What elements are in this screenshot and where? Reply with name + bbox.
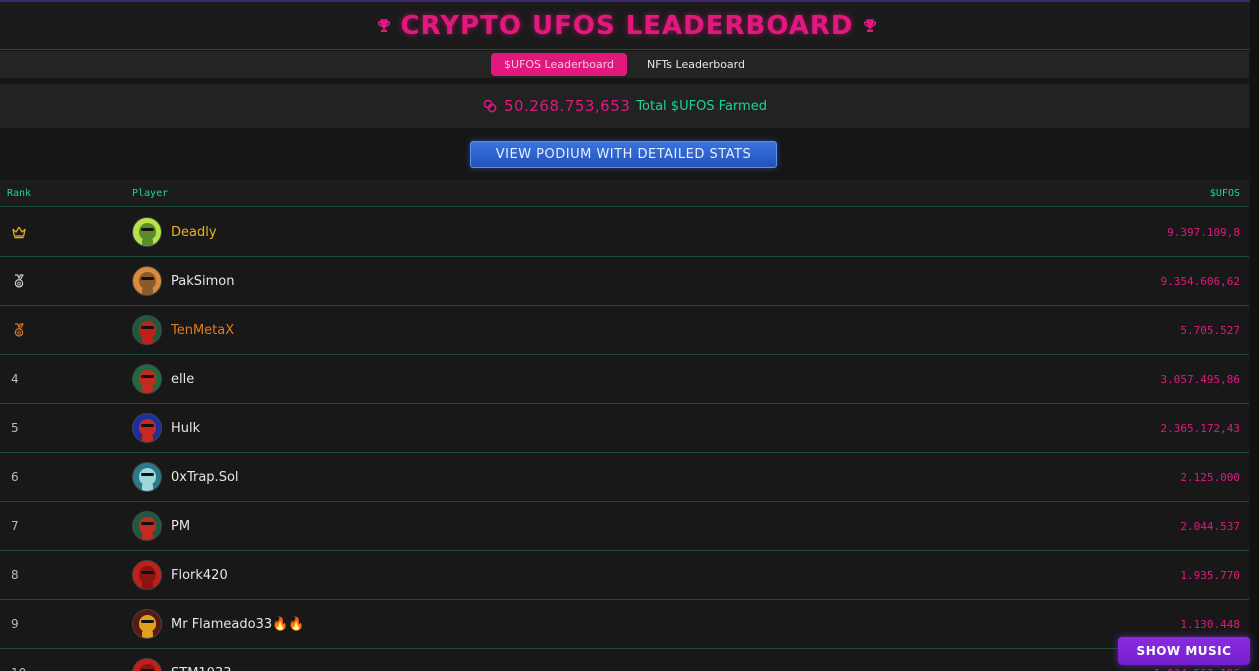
player-cell: Mr Flameado33🔥🔥 xyxy=(132,600,305,648)
avatar[interactable] xyxy=(132,266,162,296)
tab-ufos-leaderboard[interactable]: $UFOS Leaderboard xyxy=(491,53,628,76)
rank-cell: 4 xyxy=(11,355,19,403)
player-cell: 0xTrap.Sol xyxy=(132,453,239,501)
table-row[interactable]: 9 Mr Flameado33🔥🔥 1.130.448 xyxy=(0,600,1249,649)
player-name[interactable]: STM1033 xyxy=(171,666,232,671)
player-cell: STM1033 xyxy=(132,649,232,671)
player-name[interactable]: Deadly xyxy=(171,225,217,240)
table-row[interactable]: 4 elle 3.057.495,86 xyxy=(0,355,1249,404)
tabs-bar: $UFOS Leaderboard NFTs Leaderboard xyxy=(0,51,1249,78)
coins-icon xyxy=(483,99,497,113)
scrollbar[interactable] xyxy=(1250,0,1259,671)
avatar[interactable] xyxy=(132,413,162,443)
player-cell: elle xyxy=(132,355,194,403)
player-name[interactable]: Mr Flameado33🔥🔥 xyxy=(171,617,305,632)
trophy-icon xyxy=(377,18,390,32)
rank-cell: 7 xyxy=(11,502,19,550)
total-label: Total $UFOS Farmed xyxy=(636,98,767,114)
player-name[interactable]: PakSimon xyxy=(171,274,234,289)
table-row[interactable]: 7 PM 2.044.537 xyxy=(0,502,1249,551)
total-farmed: 50.268.753,653 Total $UFOS Farmed xyxy=(0,84,1249,128)
table-row[interactable]: 6 0xTrap.Sol 2.125.000 xyxy=(0,453,1249,502)
ufos-amount: 9.397.109,8 xyxy=(1167,225,1240,239)
view-podium-button[interactable]: VIEW PODIUM WITH DETAILED STATS xyxy=(470,141,777,168)
rank-number: 9 xyxy=(11,617,19,631)
avatar[interactable] xyxy=(132,462,162,492)
header: CRYPTO UFOS LEADERBOARD xyxy=(0,0,1254,50)
player-cell: Hulk xyxy=(132,404,200,452)
page-title: CRYPTO UFOS LEADERBOARD xyxy=(400,10,854,41)
ufos-amount: 2.365.172,43 xyxy=(1160,421,1240,435)
rank-cell: 9 xyxy=(11,600,19,648)
rank-cell: 6 xyxy=(11,453,19,501)
avatar[interactable] xyxy=(132,511,162,541)
rank-number: 8 xyxy=(11,568,19,582)
player-name[interactable]: Hulk xyxy=(171,421,200,436)
player-name[interactable]: Flork420 xyxy=(171,568,228,583)
player-name[interactable]: elle xyxy=(171,372,194,387)
rank-number: 4 xyxy=(11,372,19,386)
player-cell: Deadly xyxy=(132,208,217,256)
avatar[interactable] xyxy=(132,560,162,590)
player-name[interactable]: TenMetaX xyxy=(171,323,234,338)
rank-cell: 10 xyxy=(11,649,26,671)
ufos-amount: 2.044.537 xyxy=(1180,519,1240,533)
avatar[interactable] xyxy=(132,609,162,639)
ufos-amount: 1.935.770 xyxy=(1180,568,1240,582)
column-header-player[interactable]: Player xyxy=(132,188,168,199)
player-name[interactable]: 0xTrap.Sol xyxy=(171,470,239,485)
column-header-ufos[interactable]: $UFOS xyxy=(1210,188,1240,199)
silver-medal-icon xyxy=(14,274,24,288)
rank-number: 10 xyxy=(11,666,26,671)
bronze-medal-icon xyxy=(14,323,24,337)
rank-number: 5 xyxy=(11,421,19,435)
total-value: 50.268.753,653 xyxy=(504,97,631,115)
player-cell: TenMetaX xyxy=(132,306,234,354)
player-cell: PM xyxy=(132,502,190,550)
tab-nfts-leaderboard[interactable]: NFTs Leaderboard xyxy=(645,53,758,76)
trophy-icon xyxy=(864,18,877,32)
rank-cell: 8 xyxy=(11,551,19,599)
avatar[interactable] xyxy=(132,658,162,671)
leaderboard-table: Deadly 9.397.109,8 PakSimon 9.354.606,62… xyxy=(0,208,1249,671)
player-cell: Flork420 xyxy=(132,551,228,599)
rank-cell: 5 xyxy=(11,404,19,452)
rank-number: 6 xyxy=(11,470,19,484)
avatar[interactable] xyxy=(132,217,162,247)
rank-cell xyxy=(11,208,27,256)
table-row[interactable]: Deadly 9.397.109,8 xyxy=(0,208,1249,257)
table-row[interactable]: 8 Flork420 1.935.770 xyxy=(0,551,1249,600)
ufos-amount: 2.125.000 xyxy=(1180,470,1240,484)
ufos-amount: 3.057.495,86 xyxy=(1160,372,1240,386)
column-header-rank[interactable]: Rank xyxy=(7,188,31,199)
table-row[interactable]: PakSimon 9.354.606,62 xyxy=(0,257,1249,306)
rank-cell xyxy=(11,306,27,354)
player-cell: PakSimon xyxy=(132,257,234,305)
player-name[interactable]: PM xyxy=(171,519,190,534)
crown-icon xyxy=(12,226,26,239)
show-music-button[interactable]: SHOW MUSIC xyxy=(1118,637,1250,665)
avatar[interactable] xyxy=(132,364,162,394)
table-header: Rank Player $UFOS xyxy=(0,180,1249,207)
ufos-amount: 5.705.527 xyxy=(1180,323,1240,337)
table-row[interactable]: 5 Hulk 2.365.172,43 xyxy=(0,404,1249,453)
rank-cell xyxy=(11,257,27,305)
avatar[interactable] xyxy=(132,315,162,345)
table-row[interactable]: TenMetaX 5.705.527 xyxy=(0,306,1249,355)
table-row[interactable]: 10 STM1033 1.034.563,196 xyxy=(0,649,1249,671)
rank-number: 7 xyxy=(11,519,19,533)
ufos-amount: 9.354.606,62 xyxy=(1160,274,1240,288)
